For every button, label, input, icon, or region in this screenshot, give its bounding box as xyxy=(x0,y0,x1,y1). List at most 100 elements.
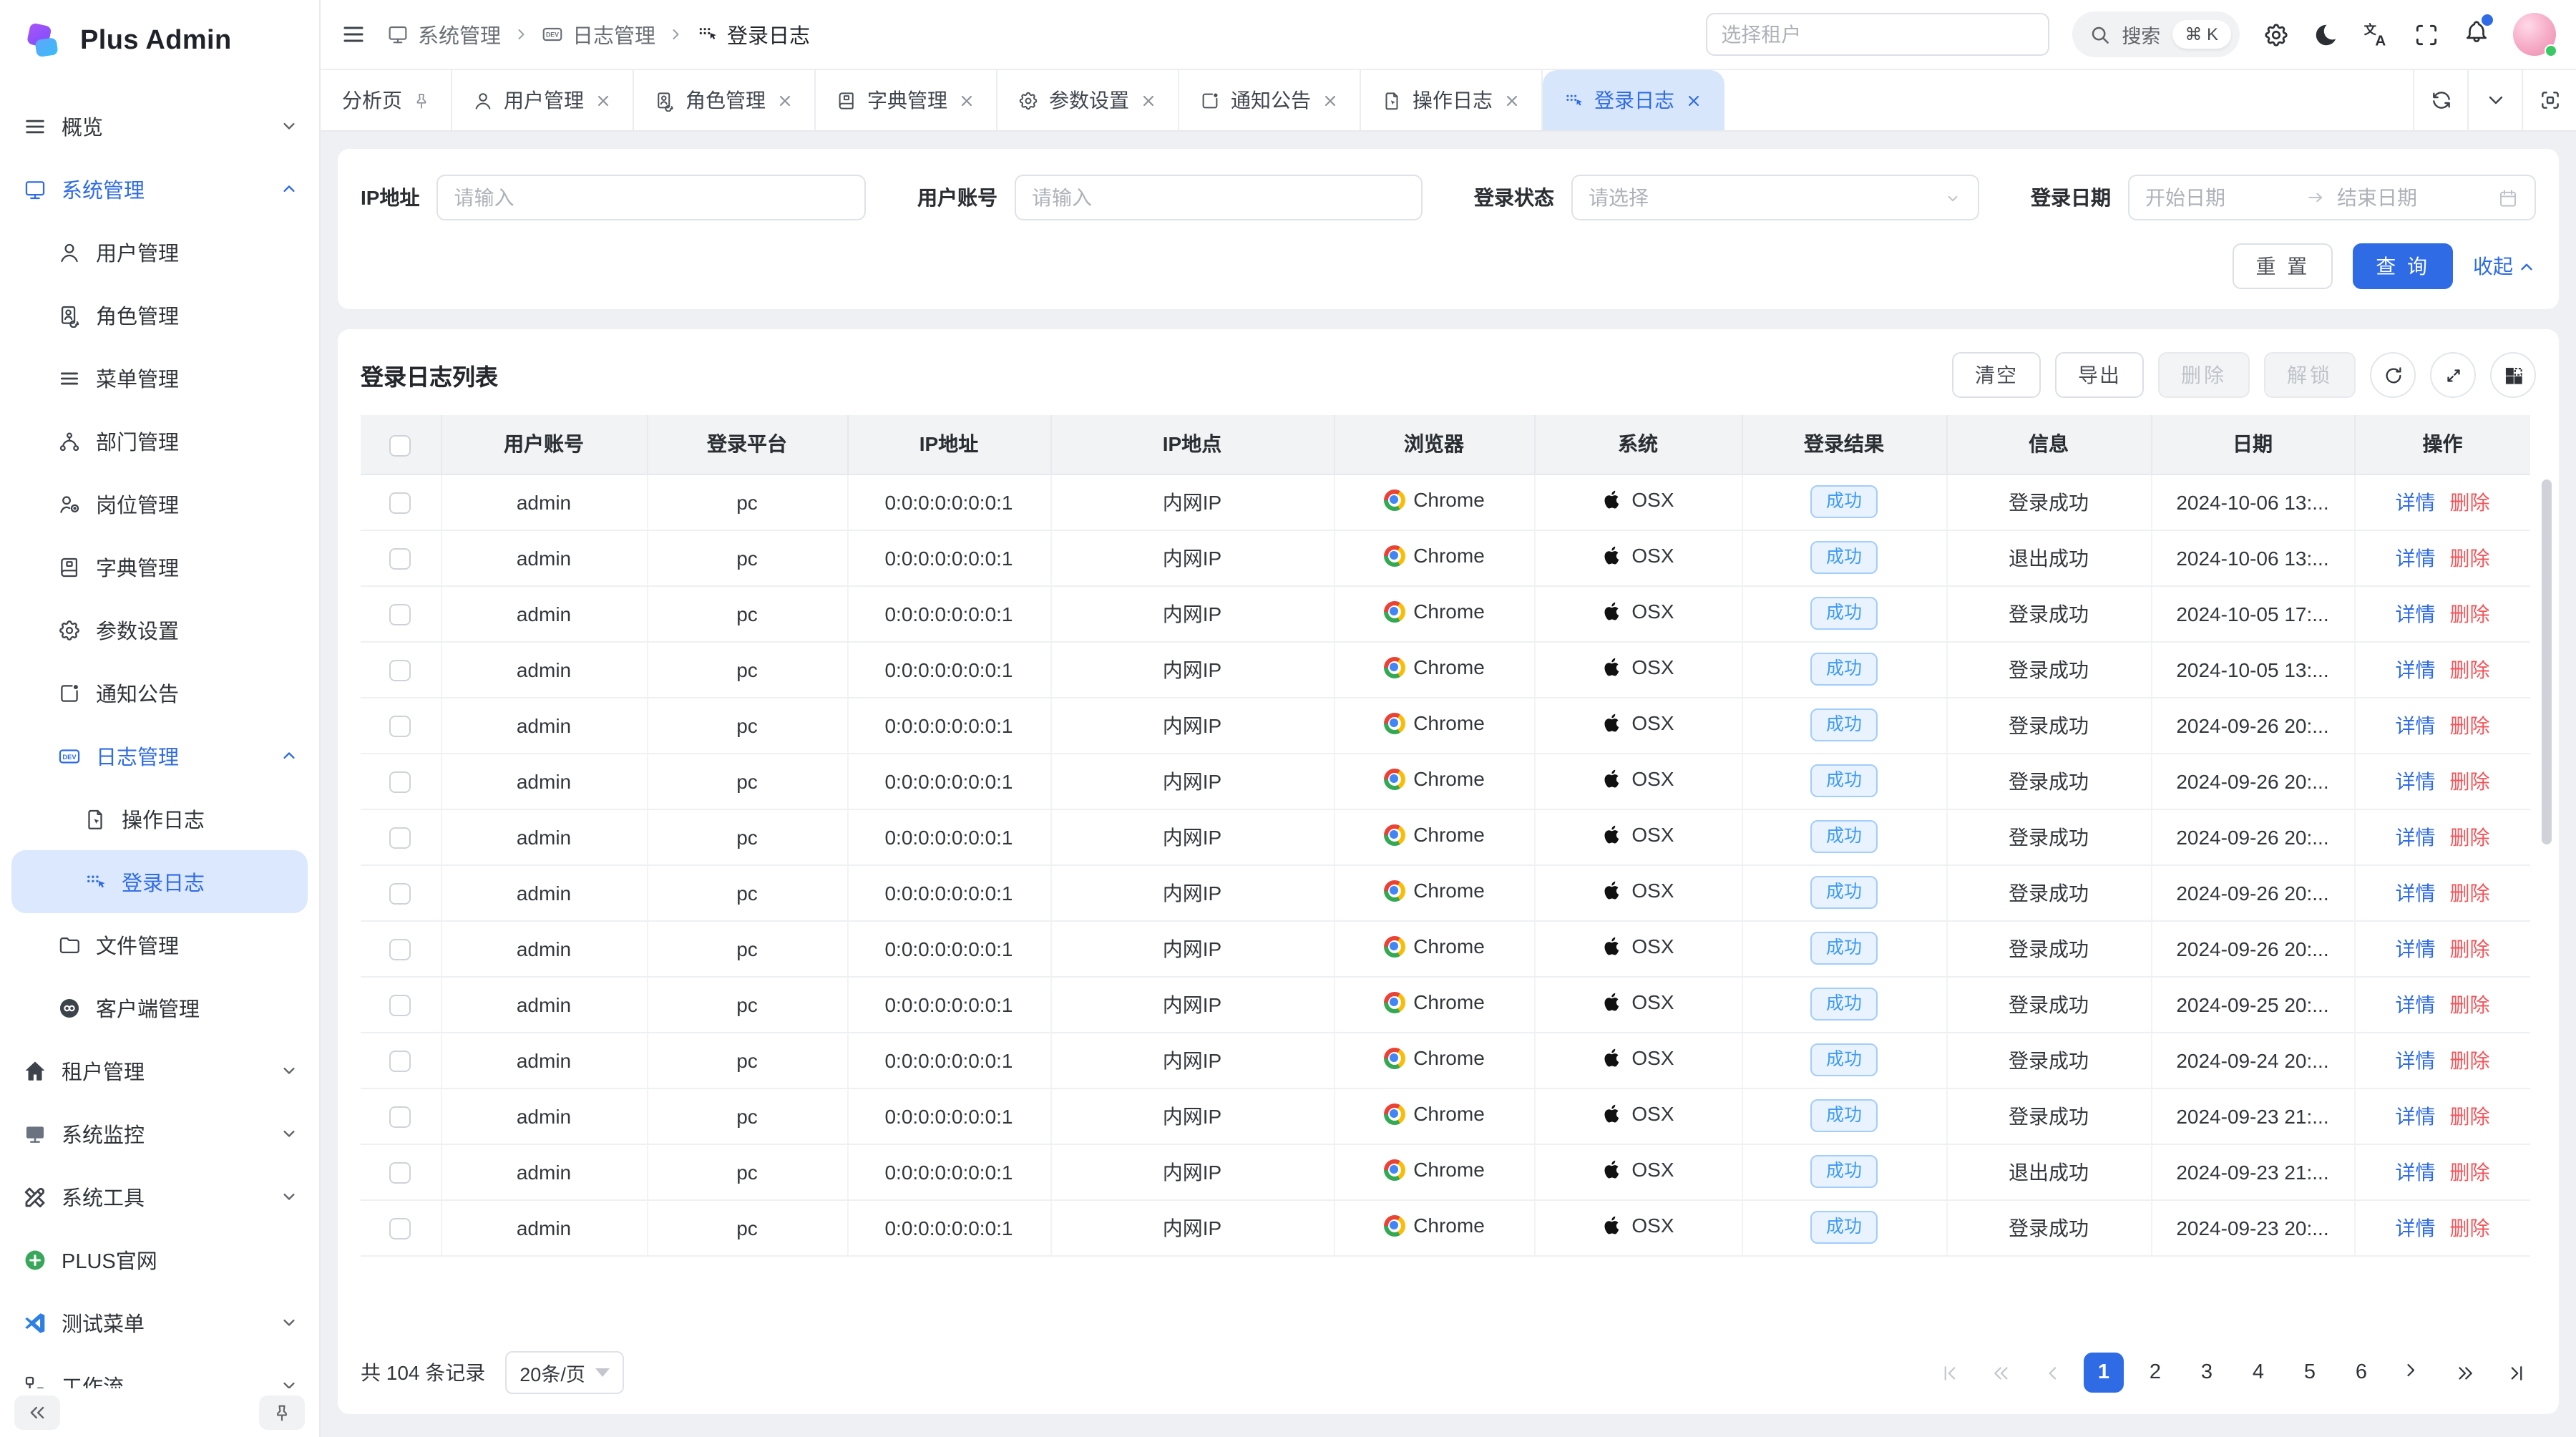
delete-link[interactable]: 删除 xyxy=(2450,1104,2490,1127)
delete-link[interactable]: 删除 xyxy=(2450,937,2490,960)
tab-参数设置[interactable]: 参数设置 xyxy=(997,70,1179,130)
delete-link[interactable]: 删除 xyxy=(2450,769,2490,792)
row-checkbox[interactable] xyxy=(390,1051,411,1072)
export-button[interactable]: 导出 xyxy=(2055,352,2144,398)
close-tab-icon[interactable] xyxy=(776,91,794,109)
sidebar-item-tools[interactable]: 系统工具 xyxy=(0,1165,319,1228)
sidebar-item-dict[interactable]: 字典管理 xyxy=(0,535,319,598)
close-tab-icon[interactable] xyxy=(1321,91,1340,109)
sidebar-item-plus[interactable]: PLUS官网 xyxy=(0,1228,319,1291)
prev-10-pages-button[interactable] xyxy=(1981,1353,2021,1393)
page-1-button[interactable]: 1 xyxy=(2084,1353,2124,1393)
sidebar-item-gear[interactable]: 参数设置 xyxy=(0,598,319,661)
delete-link[interactable]: 删除 xyxy=(2450,602,2490,625)
detail-link[interactable]: 详情 xyxy=(2396,1048,2436,1071)
row-checkbox[interactable] xyxy=(390,771,411,793)
detail-link[interactable]: 详情 xyxy=(2396,546,2436,569)
close-tab-icon[interactable] xyxy=(1684,91,1703,109)
sidebar-item-role[interactable]: 角色管理 xyxy=(0,283,319,346)
delete-link[interactable]: 删除 xyxy=(2450,825,2490,848)
row-checkbox[interactable] xyxy=(390,1162,411,1184)
reset-button[interactable]: 重 置 xyxy=(2233,243,2333,289)
sidebar-item-post[interactable]: 岗位管理 xyxy=(0,472,319,535)
fullscreen-icon[interactable] xyxy=(2413,21,2440,48)
sidebar-item-dev[interactable]: DEV日志管理 xyxy=(0,724,319,787)
delete-link[interactable]: 删除 xyxy=(2450,713,2490,736)
prev-page-button[interactable] xyxy=(2032,1353,2072,1393)
filter-input-用户账号[interactable]: 请输入 xyxy=(1015,175,1423,220)
detail-link[interactable]: 详情 xyxy=(2396,602,2436,625)
menu-toggle-icon[interactable] xyxy=(341,21,366,47)
detail-link[interactable]: 详情 xyxy=(2396,1104,2436,1127)
last-page-button[interactable] xyxy=(2496,1353,2536,1393)
dark-mode-moon-icon[interactable] xyxy=(2313,21,2340,48)
sidebar-item-vscode[interactable]: 测试菜单 xyxy=(0,1291,319,1354)
breadcrumb-item[interactable]: 系统管理 xyxy=(386,19,501,49)
user-avatar[interactable] xyxy=(2513,13,2556,56)
delete-button[interactable]: 删除 xyxy=(2158,352,2250,398)
delete-link[interactable]: 删除 xyxy=(2450,546,2490,569)
sidebar-item-notice[interactable]: 通知公告 xyxy=(0,661,319,724)
detail-link[interactable]: 详情 xyxy=(2396,825,2436,848)
tab-通知公告[interactable]: 通知公告 xyxy=(1179,70,1361,130)
tab-字典管理[interactable]: 字典管理 xyxy=(816,70,997,130)
tab-操作日志[interactable]: 操作日志 xyxy=(1361,70,1543,130)
table-scrollbar[interactable] xyxy=(2542,479,2552,844)
query-button[interactable]: 查 询 xyxy=(2353,243,2453,289)
sidebar-item-client[interactable]: 客户端管理 xyxy=(0,976,319,1039)
detail-link[interactable]: 详情 xyxy=(2396,1160,2436,1183)
detail-link[interactable]: 详情 xyxy=(2396,713,2436,736)
pin-icon[interactable] xyxy=(412,91,431,109)
global-search[interactable]: 搜索 ⌘ K xyxy=(2072,11,2240,57)
breadcrumb-item[interactable]: 登录日志 xyxy=(696,19,810,49)
detail-link[interactable]: 详情 xyxy=(2396,937,2436,960)
detail-link[interactable]: 详情 xyxy=(2396,769,2436,792)
row-checkbox[interactable] xyxy=(390,548,411,570)
tab-用户管理[interactable]: 用户管理 xyxy=(452,70,634,130)
row-checkbox[interactable] xyxy=(390,716,411,737)
row-checkbox[interactable] xyxy=(390,492,411,514)
page-size-select[interactable]: 20条/页 xyxy=(505,1351,624,1394)
row-checkbox[interactable] xyxy=(390,660,411,681)
detail-link[interactable]: 详情 xyxy=(2396,993,2436,1015)
row-checkbox[interactable] xyxy=(390,883,411,905)
delete-link[interactable]: 删除 xyxy=(2450,1216,2490,1239)
delete-link[interactable]: 删除 xyxy=(2450,1160,2490,1183)
tab-分析页[interactable]: 分析页 xyxy=(321,70,452,130)
delete-link[interactable]: 删除 xyxy=(2450,881,2490,904)
detail-link[interactable]: 详情 xyxy=(2396,658,2436,681)
tab-角色管理[interactable]: 角色管理 xyxy=(634,70,816,130)
delete-link[interactable]: 删除 xyxy=(2450,658,2490,681)
filter-daterange-登录日期[interactable]: 开始日期结束日期 xyxy=(2128,175,2536,220)
clear-button[interactable]: 清空 xyxy=(1952,352,2041,398)
breadcrumb-item[interactable]: DEV日志管理 xyxy=(541,19,655,49)
sidebar-item-loginlog[interactable]: 登录日志 xyxy=(11,850,308,913)
select-all-checkbox[interactable] xyxy=(390,434,411,456)
close-tab-icon[interactable] xyxy=(1503,91,1521,109)
sidebar-item-menu[interactable]: 菜单管理 xyxy=(0,346,319,409)
column-settings-button[interactable] xyxy=(2490,352,2536,398)
row-checkbox[interactable] xyxy=(390,827,411,849)
refresh-table-button[interactable] xyxy=(2370,352,2416,398)
sidebar-item-display[interactable]: 系统监控 xyxy=(0,1102,319,1165)
sidebar-item-dept[interactable]: 部门管理 xyxy=(0,409,319,472)
language-translate-icon[interactable]: 文A xyxy=(2363,21,2390,48)
tab-登录日志[interactable]: 登录日志 xyxy=(1543,70,1724,130)
refresh-tab-button[interactable] xyxy=(2413,70,2467,130)
sidebar-item-folder[interactable]: 文件管理 xyxy=(0,913,319,976)
page-6-button[interactable]: 6 xyxy=(2341,1353,2381,1393)
close-tab-icon[interactable] xyxy=(594,91,613,109)
delete-link[interactable]: 删除 xyxy=(2450,993,2490,1015)
next-page-button[interactable] xyxy=(2393,1353,2433,1393)
sidebar-item-home[interactable]: 租户管理 xyxy=(0,1039,319,1102)
detail-link[interactable]: 详情 xyxy=(2396,881,2436,904)
settings-gear-icon[interactable] xyxy=(2263,21,2290,48)
delete-link[interactable]: 删除 xyxy=(2450,490,2490,513)
sidebar-item-overview[interactable]: 概览 xyxy=(0,94,319,157)
delete-link[interactable]: 删除 xyxy=(2450,1048,2490,1071)
notifications-bell[interactable] xyxy=(2463,19,2490,50)
content-fullscreen-button[interactable] xyxy=(2522,70,2576,130)
filter-select-登录状态[interactable]: 请选择 xyxy=(1571,175,1979,220)
sidebar-item-workflow[interactable]: 工作流 xyxy=(0,1354,319,1388)
tenant-select-input[interactable] xyxy=(1705,13,2049,56)
